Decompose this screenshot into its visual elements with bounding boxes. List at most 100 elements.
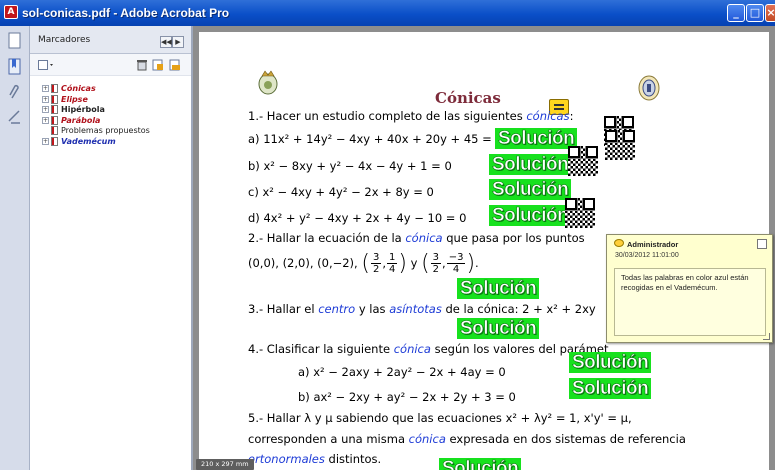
comment-popup[interactable]: Administrador 30/03/2012 11:01:00 Todas … — [606, 234, 773, 343]
left-crest-icon — [258, 70, 278, 95]
bookmark-parabola[interactable]: + Parábola — [30, 115, 191, 127]
keyword-link[interactable]: centro — [318, 302, 355, 316]
solution-link-q5[interactable]: Solución — [439, 458, 522, 470]
question-2-points: (0,0), (2,0), (0,−2), (3 2, 1 4) y (3 2, −3 4)… — [248, 251, 479, 276]
question-text: que pasa por los puntos — [442, 231, 585, 245]
signature-icon[interactable] — [7, 108, 23, 126]
options-menu-icon[interactable] — [38, 59, 56, 71]
keyword-link[interactable]: ortonormales — [248, 452, 325, 466]
keyword-link[interactable]: asíntotas — [389, 302, 442, 316]
solution-link-4a[interactable]: Solución — [569, 352, 652, 373]
equation-4b: b) ax² − 2xy + ay² − 2x + 2y + 3 = 0 — [298, 390, 516, 404]
note-line — [554, 104, 564, 106]
equation-b: b) x² − 8xy + y² − 4x − 4y + 1 = 0 — [248, 159, 452, 173]
question-4: 4.- Clasificar la siguiente cónica según… — [248, 342, 609, 356]
question-text: expresada en dos sistemas de referencia — [445, 432, 686, 446]
minimize-button[interactable]: _ — [727, 4, 745, 22]
equation-c: c) x² − 4xy + 4y² − 2x + 8y = 0 — [248, 185, 434, 199]
comment-date: 30/03/2012 11:01:00 — [615, 252, 679, 259]
delete-icon[interactable] — [136, 59, 148, 71]
question-5-line1: 5.- Hallar λ y μ sabiendo que las ecuaci… — [248, 411, 632, 425]
question-text: de la cónica: 2 + x² + 2xy — [441, 302, 596, 316]
expand-icon[interactable]: + — [42, 116, 49, 124]
solution-link-4b[interactable]: Solución — [569, 378, 652, 399]
bookmarks-list: + Cónicas + Elipse + Hipérbola + Parábol… — [30, 76, 191, 147]
panel-collapse-controls: ◀◀ ▶ — [160, 34, 186, 48]
bookmark-hiperbola[interactable]: + Hipérbola — [30, 105, 191, 116]
solution-link-q2[interactable]: Solución — [457, 278, 540, 299]
solution-link-a[interactable]: Solución — [495, 128, 578, 149]
bookmark-label: Vademécum — [61, 136, 116, 146]
question-text: 2.- Hallar la ecuación de la — [248, 231, 406, 245]
keyword-link[interactable]: cónicas — [526, 109, 569, 123]
collapse-left-icon[interactable]: ◀◀ — [160, 36, 172, 48]
expand-icon[interactable]: + — [42, 85, 49, 92]
question-text: 1.- Hacer un estudio completo de las sig… — [248, 109, 527, 123]
keyword-link[interactable]: cónica — [405, 231, 442, 245]
close-button[interactable]: × — [765, 4, 775, 22]
navigation-panel-strip — [0, 26, 30, 470]
question-text: y las — [355, 302, 390, 316]
question-text: distintos. — [324, 452, 382, 466]
bookmark-page-icon — [51, 115, 58, 125]
maximize-button[interactable]: □ — [746, 4, 764, 22]
fraction: 32 — [430, 252, 442, 275]
fraction: 14 — [386, 252, 398, 275]
bookmarks-header: Marcadores ◀◀ ▶ — [30, 26, 191, 54]
resize-grip-icon[interactable] — [763, 333, 770, 340]
bookmark-label: Parábola — [61, 115, 101, 125]
bookmark-vademecum[interactable]: + Vademécum — [30, 136, 191, 148]
question-1: 1.- Hacer un estudio completo de las sig… — [248, 109, 573, 123]
question-text: corresponden a una misma — [248, 432, 409, 446]
bookmarks-panel: Marcadores ◀◀ ▶ + Cónicas + Elipse + Hip… — [30, 26, 193, 470]
pages-icon[interactable] — [7, 32, 23, 50]
document-title: Cónicas — [435, 89, 501, 107]
solution-link-b[interactable]: Solución — [489, 154, 572, 175]
conjunction: y — [410, 256, 418, 270]
bookmark-conicas[interactable]: + Cónicas — [30, 84, 191, 95]
bookmark-icon[interactable] — [7, 58, 23, 76]
solution-link-d[interactable]: Solución — [489, 205, 572, 226]
bookmark-page-icon — [51, 126, 58, 135]
acrobat-icon: A — [4, 5, 18, 19]
window-title: sol-conicas.pdf - Adobe Acrobat Pro — [22, 6, 230, 20]
minimize-comment-button[interactable] — [757, 239, 767, 249]
question-text: 3.- Hallar el — [248, 302, 319, 316]
fraction: −3 4 — [446, 252, 466, 275]
expand-icon[interactable]: + — [42, 137, 49, 145]
comment-body[interactable]: Todas las palabras en color azul están r… — [614, 268, 766, 336]
qr-code-icon — [568, 146, 598, 176]
expand-icon[interactable]: + — [42, 106, 49, 113]
bookmark-properties-icon[interactable] — [169, 59, 181, 71]
bookmark-page-icon — [51, 84, 58, 93]
question-text: 4.- Clasificar la siguiente — [248, 342, 394, 356]
comment-bubble-icon — [614, 239, 624, 247]
page-size-indicator: 210 x 297 mm — [196, 459, 254, 470]
question-5-line2: corresponden a una misma cónica expresad… — [248, 432, 686, 446]
bookmark-problemas-propuestos[interactable]: Problemas propuestos — [30, 126, 191, 137]
expand-icon[interactable]: + — [42, 95, 49, 103]
bookmark-label: Elipse — [61, 94, 88, 104]
keyword-link[interactable]: cónica — [409, 432, 446, 446]
bookmark-label: Problemas propuestos — [61, 126, 150, 135]
new-bookmark-icon[interactable] — [152, 59, 164, 71]
bookmark-page-icon — [51, 94, 58, 104]
bookmark-page-icon — [51, 136, 58, 146]
expand-right-icon[interactable]: ▶ — [172, 36, 184, 48]
keyword-link[interactable]: cónica — [394, 342, 431, 356]
question-3: 3.- Hallar el centro y las asíntotas de … — [248, 302, 596, 316]
question-2: 2.- Hallar la ecuación de la cónica que … — [248, 231, 585, 245]
paperclip-icon[interactable] — [7, 84, 23, 102]
question-text: : — [569, 109, 574, 123]
bookmark-page-icon — [51, 105, 58, 114]
qr-code-icon — [565, 198, 595, 228]
bookmark-label: Hipérbola — [61, 105, 105, 114]
bookmark-label: Cónicas — [61, 84, 96, 93]
bookmark-elipse[interactable]: + Elipse — [30, 94, 191, 106]
equation-a: a) 11x² + 14y² − 4xy + 40x + 20y + 45 = … — [248, 132, 503, 146]
solution-link-q3[interactable]: Solución — [457, 318, 540, 339]
qr-code-icon — [605, 130, 635, 160]
bookmarks-title: Marcadores — [38, 35, 91, 45]
points-list: (0,0), (2,0), (0,−2), — [248, 256, 358, 270]
solution-link-c[interactable]: Solución — [489, 179, 572, 200]
